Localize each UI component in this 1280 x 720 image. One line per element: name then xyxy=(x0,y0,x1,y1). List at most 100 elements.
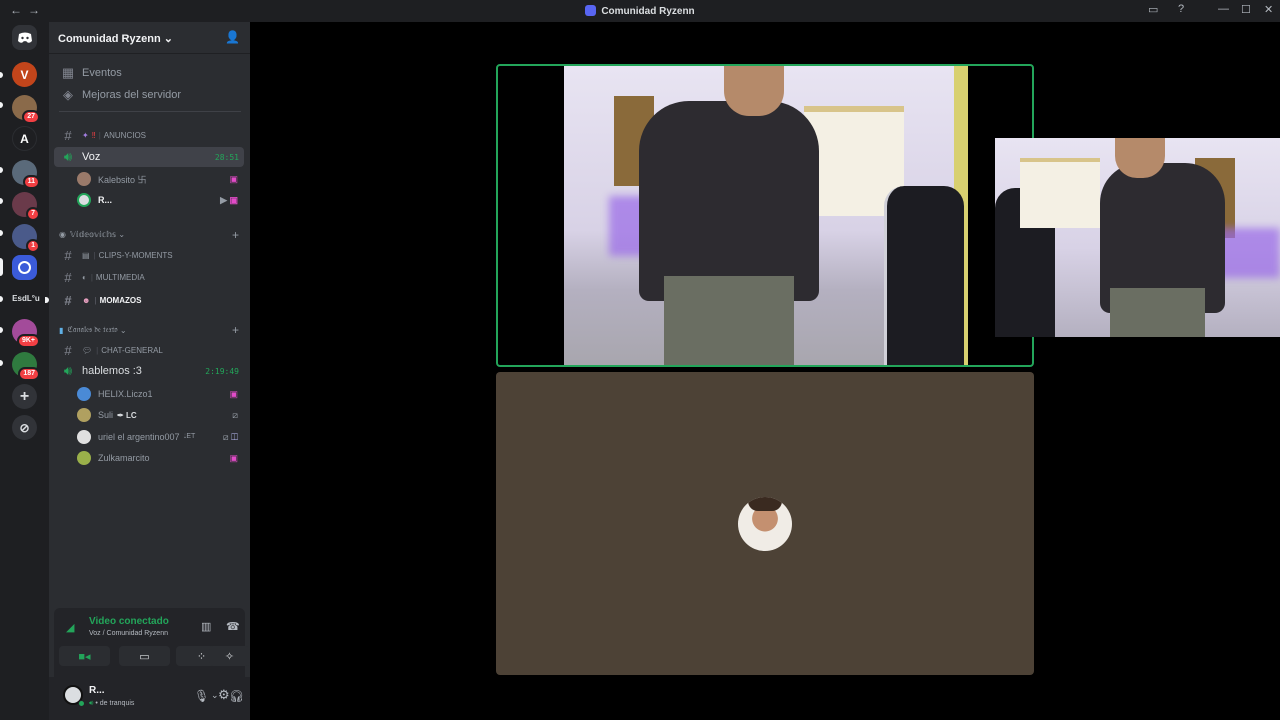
camera-icon: ▶ ▣ xyxy=(220,194,238,205)
text-channel-icon: # xyxy=(64,292,72,308)
server-header[interactable]: Comunidad Ryzenn ⌄ 👤 xyxy=(49,22,250,54)
server-boosts-item[interactable]: ◈ Mejoras del servidor xyxy=(54,85,244,105)
boost-icon: ◈ xyxy=(63,87,73,102)
channel-name: Voz xyxy=(82,151,101,163)
mention-badge: 11 xyxy=(22,175,40,189)
signal-icon[interactable]: ◢ xyxy=(66,621,74,634)
voice-status[interactable]: Video conectado xyxy=(89,616,169,627)
category-icon: ◉ xyxy=(59,230,66,239)
mention-badge: 27 xyxy=(22,110,40,124)
avatar xyxy=(77,172,91,186)
soundboard-button[interactable]: ✧ xyxy=(209,646,250,666)
avatar-hair xyxy=(748,497,782,511)
share-screen-button[interactable]: ▭ xyxy=(119,646,170,666)
disconnect-icon[interactable]: ☎︎ xyxy=(226,620,240,633)
video-tile-avatar[interactable] xyxy=(496,372,1034,675)
video-tile-speaking[interactable] xyxy=(496,64,1034,367)
video-person-legs xyxy=(1110,288,1205,337)
category-videovichs[interactable]: ◉ 𝕍𝕚𝕕𝕖𝕠𝕧𝕚𝕔𝕙𝕤 ⌄ + xyxy=(59,228,239,242)
video-person-legs xyxy=(664,276,794,365)
book-icon: ▮ xyxy=(59,325,64,335)
server-icon-6[interactable]: 1 xyxy=(12,224,40,253)
add-server-icon[interactable]: + xyxy=(12,384,37,409)
server-folder-esdl[interactable]: EsdL°u xyxy=(6,294,46,303)
server-icon-9[interactable]: 9K+ xyxy=(12,319,40,348)
channel-chat-general[interactable]: # 💬︎ | CHAT-GENERAL xyxy=(54,340,244,360)
channel-name: CLIPS-Y-MOMENTS xyxy=(98,250,173,260)
calendar-icon: ▦ xyxy=(61,65,75,80)
server-icon-2[interactable]: 27 xyxy=(12,95,40,124)
screen-share-icon[interactable]: ▭ xyxy=(1148,3,1158,16)
voice-user[interactable]: Zulkamarcito ▣ xyxy=(77,449,242,467)
video-person-head xyxy=(1115,138,1165,178)
server-icon-10[interactable]: 187 xyxy=(12,352,40,381)
exclamation-icon: ‼ xyxy=(91,130,96,140)
category-name: ℭ𝔞𝔫𝔞𝔩𝔢𝔰 𝔡𝔢 𝔱𝔢𝔵𝔱𝔬 xyxy=(67,325,118,334)
voice-channel-voz[interactable]: 🔊︎ Voz 28:51 xyxy=(54,147,244,167)
channel-momazos[interactable]: # ☻ | MOMAZOS xyxy=(54,290,244,310)
emoji-icon: ✦ xyxy=(82,130,89,140)
events-label: Eventos xyxy=(82,67,122,79)
online-status-icon xyxy=(78,700,85,707)
settings-gear-icon[interactable]: ⚙︎ xyxy=(218,687,230,703)
video-feed xyxy=(564,66,968,365)
add-channel-icon[interactable]: + xyxy=(232,323,239,337)
camera-button[interactable]: ■◂ xyxy=(59,646,110,666)
headphones-icon[interactable]: 🎧︎ xyxy=(229,689,244,703)
user-name[interactable]: R... xyxy=(89,685,105,696)
channel-multimedia[interactable]: # ◐ | MULTIMEDIA xyxy=(54,267,244,287)
user-name: Kalebsito 卐 xyxy=(98,174,147,185)
avatar xyxy=(77,193,91,207)
voice-timer: 2:19:49 xyxy=(205,366,239,376)
discord-home-icon[interactable] xyxy=(12,25,37,50)
self-video-preview[interactable] xyxy=(995,138,1280,337)
window-title-text: Comunidad Ryzenn xyxy=(601,6,695,17)
user-name: HELIX.Liczo1 xyxy=(98,389,153,399)
server-icon-v[interactable]: V xyxy=(12,62,37,87)
voice-channel-hablemos[interactable]: 🔊︎ hablemos :3 2:19:49 xyxy=(54,361,244,381)
avatar xyxy=(77,387,91,401)
voice-user[interactable]: Kalebsito 卐 ▣ xyxy=(77,170,242,188)
add-channel-icon[interactable]: + xyxy=(232,228,239,242)
voice-user[interactable]: uriel el argentino007 💧︎ET ⧄ ◫ xyxy=(77,428,242,446)
avatar xyxy=(77,430,91,444)
channel-sidebar: Comunidad Ryzenn ⌄ 👤 ▦ Eventos ◈ Mejoras d… xyxy=(45,22,256,720)
activities-icon: ⁘ xyxy=(196,650,207,663)
server-v-label: V xyxy=(20,67,29,82)
text-channel-icon: # xyxy=(64,269,72,285)
video-person-head xyxy=(724,66,784,116)
events-item[interactable]: ▦ Eventos xyxy=(54,63,244,83)
voice-user-self[interactable]: R... ▶ ▣ xyxy=(77,191,242,209)
close-button[interactable]: ✕ xyxy=(1264,3,1273,16)
microphone-icon[interactable]: 🎙︎ xyxy=(194,689,209,703)
help-icon[interactable]: ? xyxy=(1178,3,1184,15)
invite-people-icon[interactable]: 👤 xyxy=(225,30,240,44)
maximize-button[interactable]: ☐ xyxy=(1241,3,1251,16)
channel-name: ANUNCIOS xyxy=(103,130,147,140)
discover-compass-icon[interactable]: ⊘ xyxy=(12,415,37,440)
category-canales-de-texto[interactable]: ▮ ℭ𝔞𝔫𝔞𝔩𝔢𝔰 𝔡𝔢 𝔱𝔢𝔵𝔱𝔬 ⌄ + xyxy=(59,323,239,337)
channel-anuncios[interactable]: # ✦ ‼ | ANUNCIOS xyxy=(54,125,244,145)
voice-timer: 28:51 xyxy=(214,152,239,162)
video-stage xyxy=(250,22,1280,720)
channel-clips[interactable]: # ▤ | CLIPS-Y-MOMENTS xyxy=(54,245,244,265)
server-icon-active[interactable] xyxy=(12,255,37,280)
minimize-button[interactable]: — xyxy=(1218,3,1229,15)
avatar xyxy=(77,408,91,422)
participant-avatar xyxy=(738,497,792,551)
user-name: Suli xyxy=(98,410,114,420)
server-icon-5[interactable]: 7 xyxy=(12,192,40,221)
avatar xyxy=(77,451,91,465)
custom-status[interactable]: 🔊︎ • de tranquis xyxy=(89,700,134,708)
server-icon-a[interactable]: A xyxy=(12,126,37,151)
voice-user[interactable]: Suli ✒ LC ⧄ xyxy=(77,406,242,424)
noise-suppression-icon[interactable]: ▥ xyxy=(201,620,211,633)
server-icon-4[interactable]: 11 xyxy=(12,160,40,189)
mention-badge: 187 xyxy=(18,367,40,381)
server-a-label: A xyxy=(20,131,29,146)
voice-user[interactable]: HELIX.Liczo1 ▣ xyxy=(77,385,242,403)
voice-location[interactable]: Voz / Comunidad Ryzenn xyxy=(89,630,168,637)
window-title: Comunidad Ryzenn xyxy=(0,5,1280,17)
mention-badge: 1 xyxy=(26,239,40,253)
boosts-label: Mejoras del servidor xyxy=(82,89,182,101)
